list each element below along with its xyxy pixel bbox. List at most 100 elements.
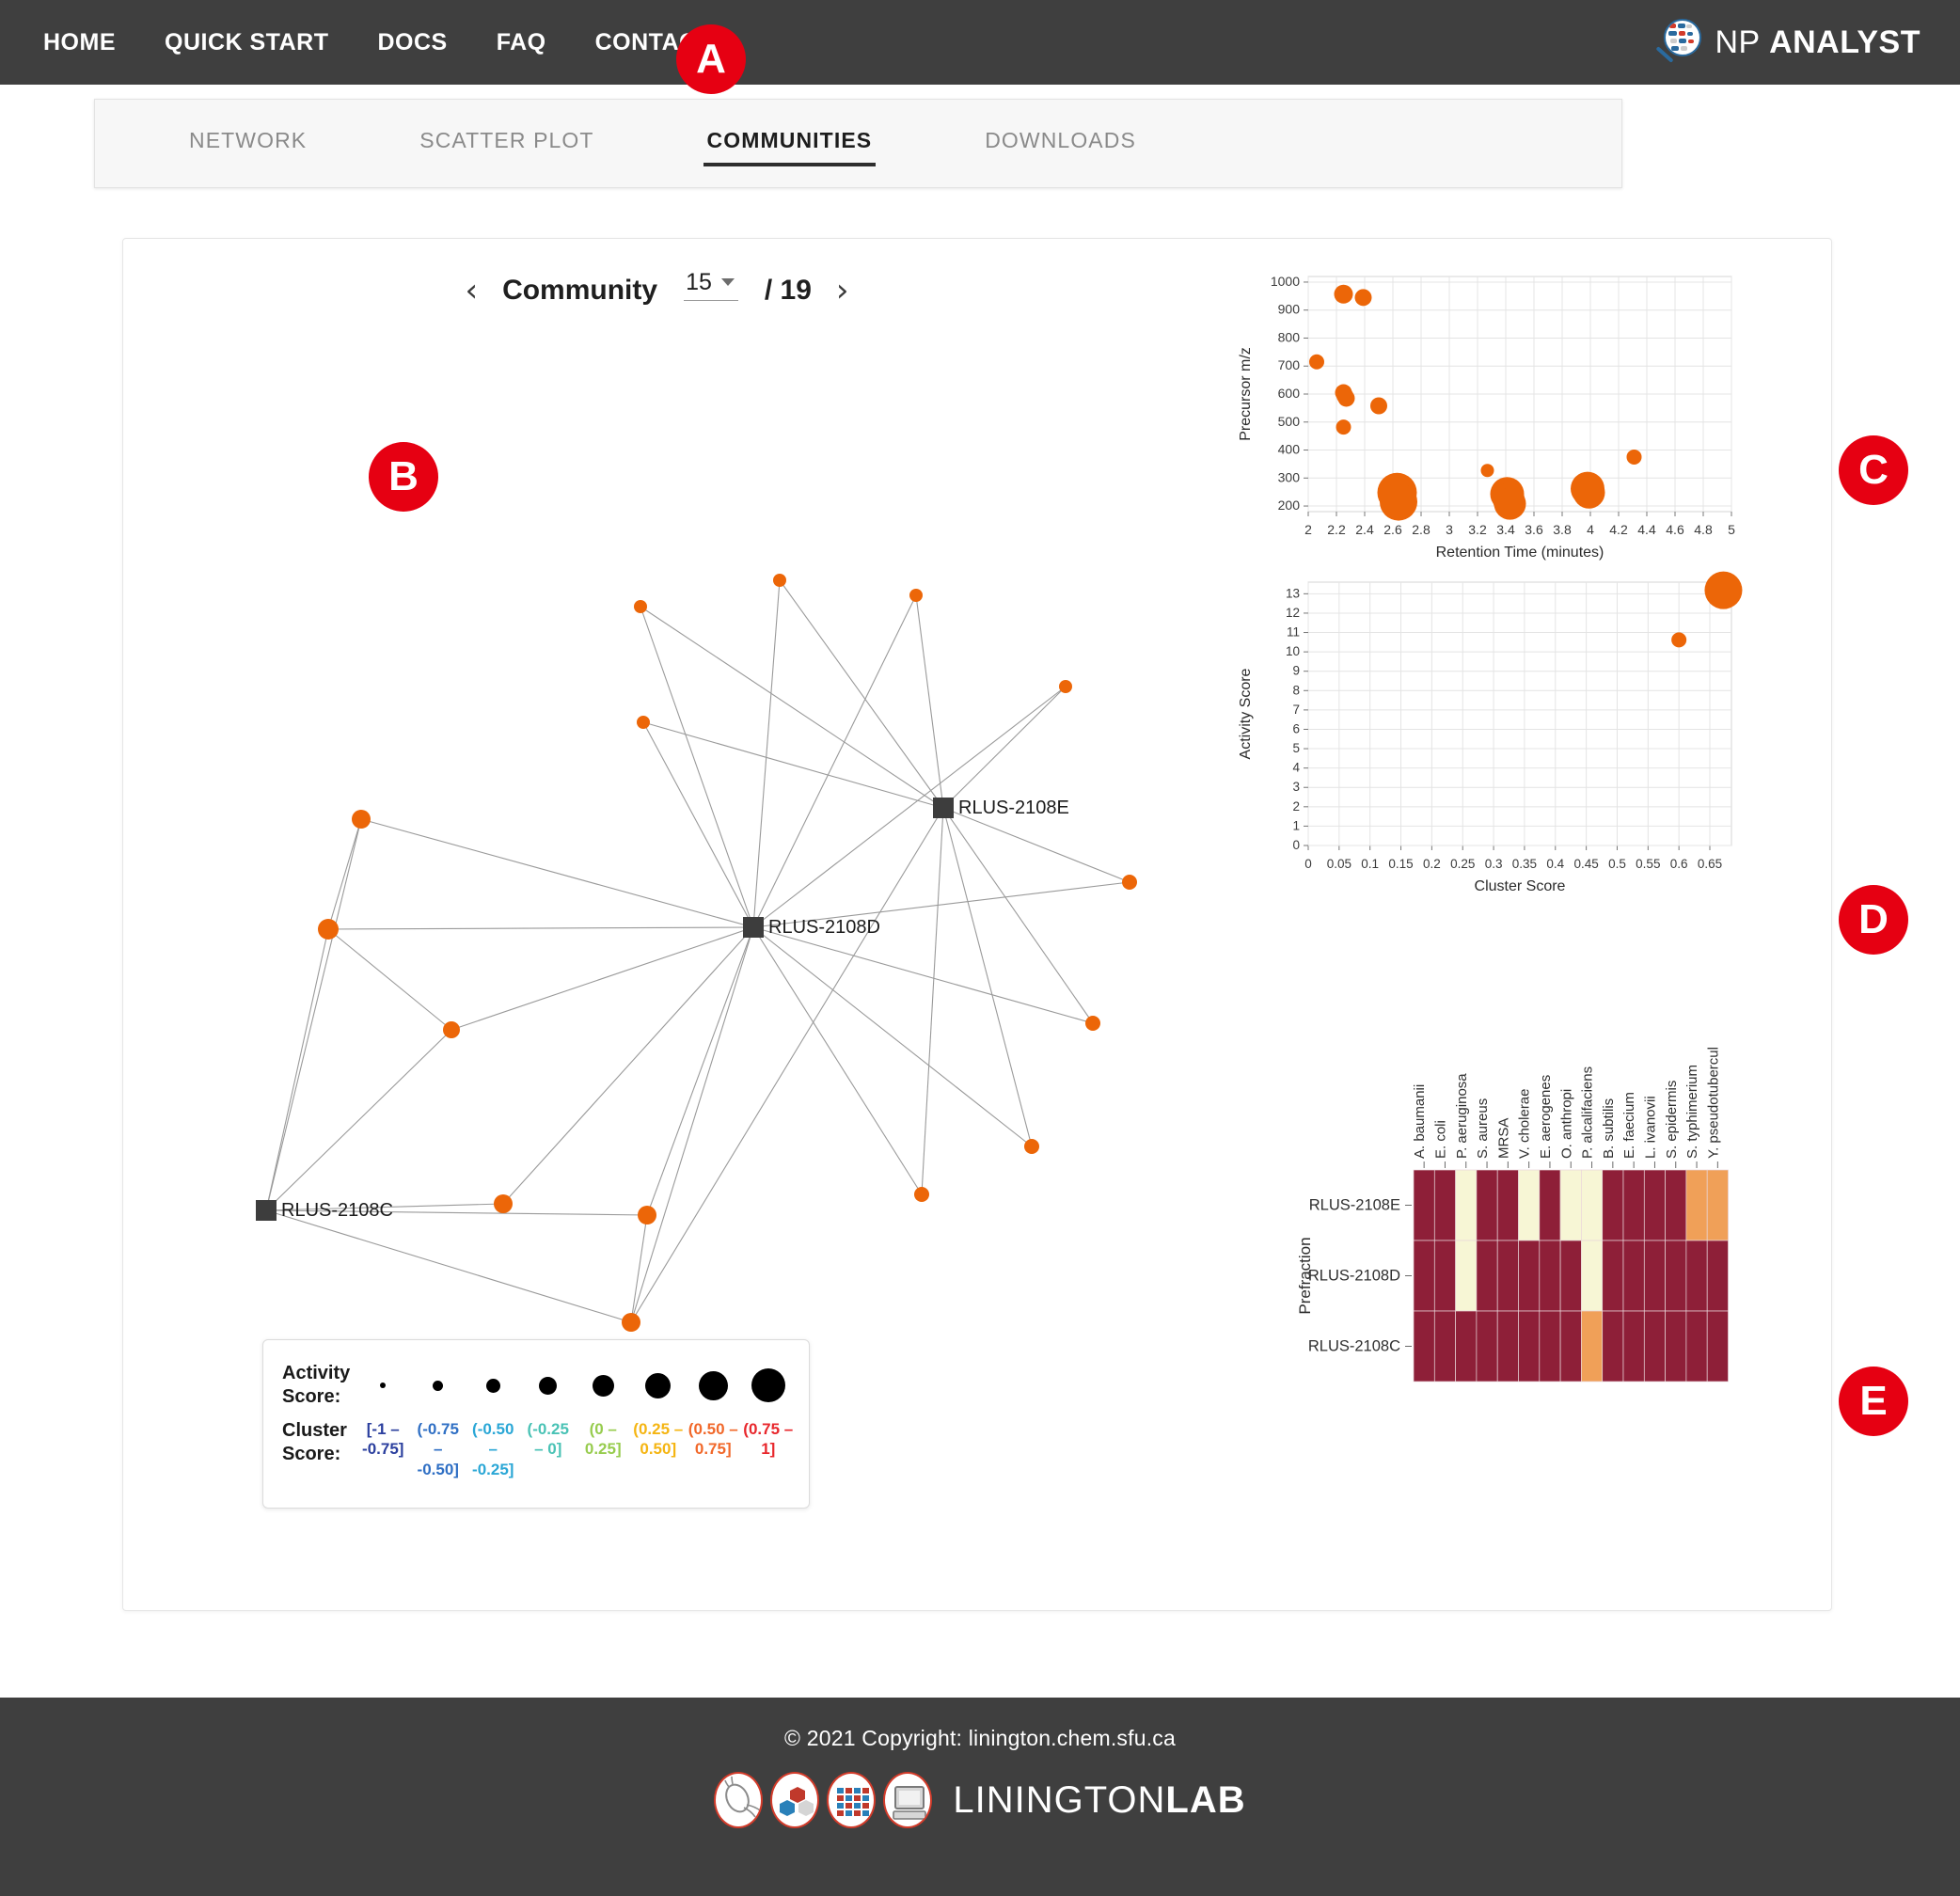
- network-basket-node[interactable]: [933, 798, 954, 818]
- heatmap-cell[interactable]: [1559, 1310, 1582, 1382]
- heatmap-cell[interactable]: [1496, 1310, 1519, 1382]
- heatmap-cell[interactable]: [1539, 1240, 1561, 1312]
- heatmap-cell[interactable]: [1706, 1240, 1729, 1312]
- heatmap-cell[interactable]: [1476, 1310, 1498, 1382]
- heatmap-cell[interactable]: [1433, 1169, 1456, 1241]
- microarray-icon: [827, 1772, 877, 1828]
- heatmap-cell[interactable]: [1518, 1169, 1541, 1241]
- heatmap-cell[interactable]: [1433, 1240, 1456, 1312]
- heatmap-cell[interactable]: [1539, 1169, 1561, 1241]
- heatmap-cell[interactable]: [1643, 1310, 1666, 1382]
- linington-lab-logo[interactable]: LININGTONLAB: [714, 1772, 1245, 1828]
- network-basket-node[interactable]: [743, 917, 764, 938]
- tab-scatter-plot[interactable]: SCATTER PLOT: [419, 120, 593, 166]
- network-feature-node[interactable]: [909, 589, 923, 602]
- network-feature-node[interactable]: [634, 600, 647, 613]
- y-tick-label: 4: [1292, 761, 1300, 775]
- heatmap-cell[interactable]: [1643, 1240, 1666, 1312]
- network-feature-node[interactable]: [1085, 1016, 1100, 1031]
- heatmap-cell[interactable]: [1455, 1169, 1478, 1241]
- heatmap-cell[interactable]: [1518, 1240, 1541, 1312]
- scatter-point[interactable]: [1370, 397, 1387, 415]
- heatmap-cell[interactable]: [1413, 1169, 1435, 1241]
- heatmap-cell[interactable]: [1581, 1169, 1604, 1241]
- community-network-graph[interactable]: RLUS-2108C RLUS-2108D RLUS-2108E: [123, 258, 1195, 1367]
- network-feature-node[interactable]: [443, 1021, 460, 1038]
- heatmap-cell[interactable]: [1602, 1310, 1624, 1382]
- scatter-point[interactable]: [1380, 482, 1417, 521]
- heatmap-cell[interactable]: [1685, 1240, 1708, 1312]
- x-tick-label: 0.55: [1636, 857, 1660, 871]
- heatmap-cell[interactable]: [1455, 1310, 1478, 1382]
- scatter-point[interactable]: [1573, 476, 1605, 509]
- network-feature-node[interactable]: [637, 716, 650, 729]
- network-edge: [752, 594, 917, 928]
- scatter-point[interactable]: [1626, 449, 1642, 465]
- network-feature-node[interactable]: [914, 1187, 929, 1202]
- tab-network[interactable]: NETWORK: [189, 120, 307, 166]
- heatmap-cell[interactable]: [1685, 1310, 1708, 1382]
- tab-downloads[interactable]: DOWNLOADS: [985, 120, 1136, 166]
- x-tick-label: 0.65: [1698, 857, 1722, 871]
- activity-size-dot: [698, 1370, 728, 1400]
- heatmap-cell[interactable]: [1413, 1240, 1435, 1312]
- computer-icon: [883, 1772, 933, 1828]
- heatmap-cell[interactable]: [1706, 1310, 1729, 1382]
- tab-communities[interactable]: COMMUNITIES: [703, 120, 876, 166]
- network-feature-node[interactable]: [352, 810, 371, 829]
- heatmap-cell[interactable]: [1602, 1169, 1624, 1241]
- nav-item-docs[interactable]: DOCS: [377, 29, 447, 56]
- network-feature-node[interactable]: [1122, 875, 1137, 890]
- activity-size-dot: [592, 1374, 614, 1397]
- heatmap-cell[interactable]: [1539, 1310, 1561, 1382]
- nav-item-faq[interactable]: FAQ: [497, 29, 546, 56]
- activity-vs-cluster-scatter[interactable]: 0 0.05 0.1 0.15 0.2 0.25 0.3 0.35 0.4 0.45 0.5 0.55…: [1195, 563, 1769, 930]
- network-feature-node[interactable]: [622, 1313, 640, 1332]
- y-tick-label: 300: [1278, 469, 1301, 484]
- network-feature-node[interactable]: [773, 574, 786, 587]
- prefraction-activity-heatmap[interactable]: A. baumanii E. coli P. aeruginosa S. aureus…: [1195, 916, 1835, 1499]
- heatmap-cell[interactable]: [1622, 1240, 1645, 1312]
- heatmap-cell[interactable]: [1496, 1169, 1519, 1241]
- nav-item-quick-start[interactable]: QUICK START: [165, 29, 328, 56]
- heatmap-cell[interactable]: [1559, 1240, 1582, 1312]
- heatmap-cell[interactable]: [1665, 1310, 1687, 1382]
- heatmap-cell[interactable]: [1643, 1169, 1666, 1241]
- network-feature-node[interactable]: [1024, 1139, 1039, 1154]
- network-feature-node[interactable]: [1059, 680, 1072, 693]
- scatter-point[interactable]: [1336, 419, 1351, 435]
- nav-item-home[interactable]: HOME: [43, 29, 116, 56]
- network-feature-node[interactable]: [494, 1194, 513, 1213]
- heatmap-cell[interactable]: [1433, 1310, 1456, 1382]
- network-basket-node[interactable]: [256, 1200, 277, 1221]
- heatmap-cell[interactable]: [1476, 1169, 1498, 1241]
- scatter-point[interactable]: [1309, 354, 1324, 370]
- heatmap-cell[interactable]: [1622, 1310, 1645, 1382]
- heatmap-cell[interactable]: [1581, 1310, 1604, 1382]
- heatmap-cell[interactable]: [1581, 1240, 1604, 1312]
- network-feature-node[interactable]: [638, 1206, 656, 1224]
- scatter-point[interactable]: [1494, 487, 1526, 520]
- x-tick-label: 0.05: [1327, 857, 1351, 871]
- heatmap-cell[interactable]: [1665, 1169, 1687, 1241]
- heatmap-cell[interactable]: [1622, 1169, 1645, 1241]
- heatmap-cell[interactable]: [1602, 1240, 1624, 1312]
- scatter-point[interactable]: [1704, 571, 1743, 609]
- heatmap-cell[interactable]: [1455, 1240, 1478, 1312]
- heatmap-cell[interactable]: [1476, 1240, 1498, 1312]
- scatter-point[interactable]: [1354, 289, 1372, 307]
- scatter-point[interactable]: [1480, 464, 1494, 478]
- np-analyst-logo[interactable]: NP ANALYST: [1654, 17, 1920, 68]
- heatmap-cell[interactable]: [1496, 1240, 1519, 1312]
- heatmap-cell[interactable]: [1413, 1310, 1435, 1382]
- scatter-point[interactable]: [1671, 632, 1687, 648]
- heatmap-cell[interactable]: [1518, 1310, 1541, 1382]
- network-feature-node[interactable]: [318, 919, 339, 940]
- heatmap-cell[interactable]: [1559, 1169, 1582, 1241]
- heatmap-cell[interactable]: [1665, 1240, 1687, 1312]
- precursor-vs-retention-scatter[interactable]: 2 2.2 2.4 2.6 2.8 3 3.2 3.4 3.6 3.8 4 4.2 4.4 4.6 4.8 5…: [1195, 248, 1769, 568]
- heatmap-cell[interactable]: [1685, 1169, 1708, 1241]
- scatter-point[interactable]: [1337, 389, 1355, 407]
- scatter-point[interactable]: [1334, 284, 1353, 304]
- heatmap-cell[interactable]: [1706, 1169, 1729, 1241]
